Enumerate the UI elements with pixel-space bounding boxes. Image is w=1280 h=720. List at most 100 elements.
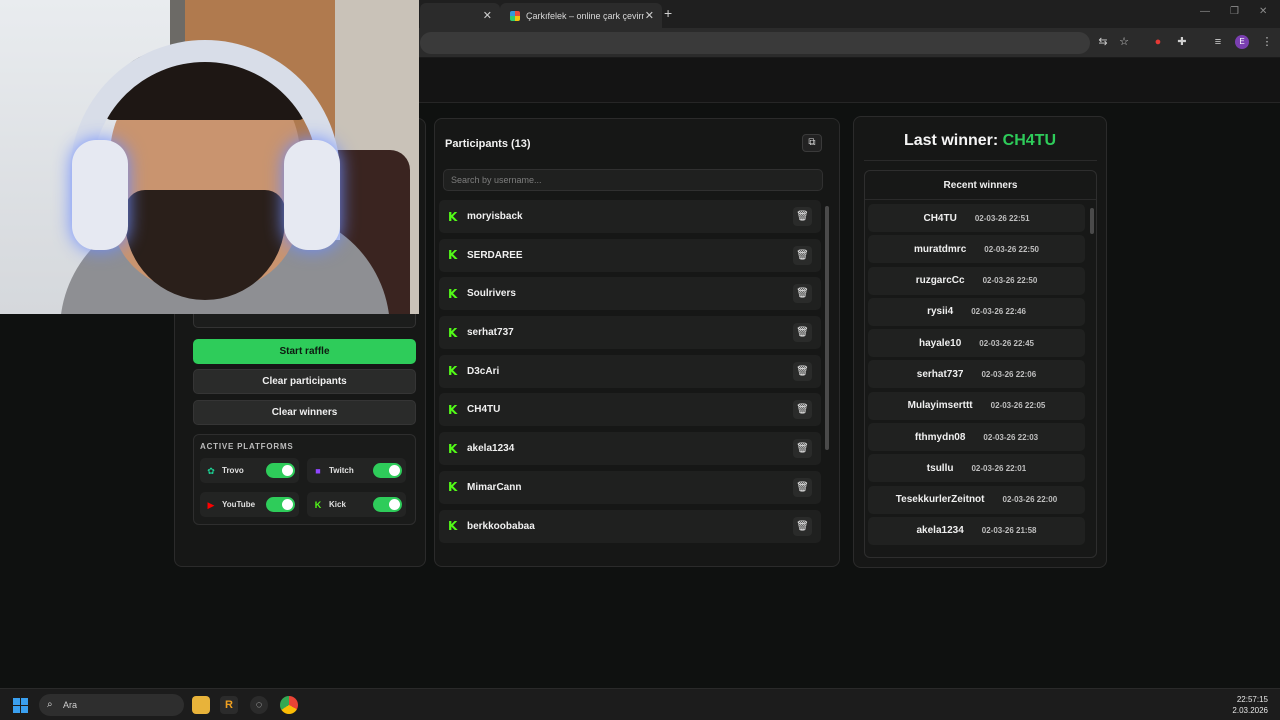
copy-icon[interactable]: ⧉ <box>802 134 822 152</box>
extensions-puzzle-icon[interactable]: ✚ <box>1175 35 1189 49</box>
browser-tab-inactive[interactable]: ✕ <box>420 3 500 28</box>
windows-start-icon[interactable] <box>13 698 28 713</box>
file-explorer-icon[interactable] <box>192 696 210 714</box>
clear-winners-button[interactable]: Clear winners <box>193 400 416 425</box>
winner-date: 02-03-26 22:00 <box>1002 495 1058 505</box>
platform-youtube: ▶ YouTube <box>200 492 299 517</box>
translate-icon[interactable]: ⇆ <box>1096 35 1110 49</box>
youtube-toggle[interactable] <box>266 497 295 512</box>
winner-date: 02-03-26 22:45 <box>979 338 1034 348</box>
winner-name: Mulayimserttt <box>907 400 973 412</box>
participant-search-input[interactable] <box>443 169 823 191</box>
taskbar-search[interactable]: ⌕ Ara <box>39 694 184 716</box>
participant-row: K SERDAREE 🗑 <box>439 238 821 272</box>
trash-icon[interactable]: 🗑 <box>793 361 812 381</box>
url-field[interactable] <box>420 32 1090 54</box>
bookmark-star-icon[interactable]: ☆ <box>1117 35 1131 49</box>
platform-kick: K Kick <box>307 492 406 517</box>
winner-date: 02-03-26 22:50 <box>984 244 1039 254</box>
trash-icon[interactable]: 🗑 <box>793 284 812 304</box>
new-tab-icon[interactable]: + <box>664 5 672 21</box>
winner-name: muratdmrc <box>914 243 967 255</box>
system-clock[interactable]: 22:57:15 2.03.2026 <box>1232 694 1268 716</box>
kick-icon: K <box>448 286 458 301</box>
twitch-icon: ■ <box>315 465 321 476</box>
winner-name: hayale10 <box>919 337 962 349</box>
winner-row: rysii4 02-03-26 22:46 <box>868 297 1085 326</box>
participant-name: SERDAREE <box>467 249 523 261</box>
minimize-icon[interactable]: — <box>1200 6 1210 17</box>
participant-row: K CH4TU 🗑 <box>439 393 821 427</box>
participant-name: akela1234 <box>467 443 515 455</box>
recent-winners-title: Recent winners <box>943 180 1018 191</box>
recent-winners-list: CH4TU 02-03-26 22:51 muratdmrc 02-03-26 22:… <box>868 204 1085 554</box>
winner-name: ruzgarcCc <box>915 275 965 287</box>
trash-icon[interactable]: 🗑 <box>793 439 812 459</box>
winner-name: TesekkurlerZeitnot <box>895 494 985 506</box>
winner-row: tsullu 02-03-26 22:01 <box>868 454 1085 483</box>
winner-name: akela1234 <box>916 525 964 537</box>
winner-row: Mulayimserttt 02-03-26 22:05 <box>868 391 1085 420</box>
last-winner-name: CH4TU <box>1002 132 1057 149</box>
platform-trovo: ✿ Trovo <box>200 458 299 483</box>
winner-row: TesekkurlerZeitnot 02-03-26 22:00 <box>868 485 1085 514</box>
kick-icon: K <box>314 499 322 510</box>
winner-date: 02-03-26 22:05 <box>990 401 1046 411</box>
maximize-icon[interactable]: ❐ <box>1230 6 1239 17</box>
participant-row: K Soulrivers 🗑 <box>439 277 821 311</box>
trash-icon[interactable]: 🗑 <box>793 323 812 343</box>
profile-avatar[interactable]: E <box>1235 35 1249 49</box>
clock-time: 22:57:15 <box>1236 695 1268 704</box>
reading-list-icon[interactable]: ≡ <box>1211 35 1225 49</box>
participant-list: Kmoryisback 🗑 K SERDAREE 🗑 K Soulrivers 🗑 Kserha… <box>439 200 821 556</box>
start-raffle-button[interactable]: Start raffle <box>193 339 416 364</box>
kick-icon: K <box>448 441 458 456</box>
trovo-icon: ✿ <box>207 465 215 476</box>
winner-row: serhat737 02-03-26 22:06 <box>868 360 1085 389</box>
webcam-headset-cup <box>72 140 128 250</box>
trash-icon[interactable]: 🗑 <box>793 245 812 265</box>
close-window-icon[interactable]: ✕ <box>1259 6 1267 17</box>
trash-icon[interactable]: 🗑 <box>793 477 812 497</box>
participant-row: Kmoryisback 🗑 <box>439 200 821 233</box>
browser-tab-active[interactable]: Çarkıfelek – online çark çevirme ✕ <box>500 3 662 28</box>
winner-date: 02-03-26 22:46 <box>971 307 1026 317</box>
kick-icon: K <box>448 402 458 417</box>
winner-date: 02-03-26 22:50 <box>982 276 1038 286</box>
taskbar: ⌕ Ara R ◌ 22:57:15 2.03.2026 <box>0 688 1280 720</box>
app-circle-icon[interactable]: ◌ <box>250 696 268 714</box>
menu-kebab-icon[interactable]: ⋮ <box>1260 35 1274 49</box>
kick-toggle[interactable] <box>373 497 402 512</box>
trovo-toggle[interactable] <box>266 463 295 478</box>
clear-participants-button[interactable]: Clear participants <box>193 369 416 394</box>
close-icon[interactable]: ✕ <box>483 9 492 22</box>
winner-date: 02-03-26 22:01 <box>971 463 1027 473</box>
winner-name: tsullu <box>926 462 954 474</box>
winner-row: muratdmrc 02-03-26 22:50 <box>868 235 1085 264</box>
active-platforms-title: ACTIVE PLATFORMS <box>200 442 294 451</box>
winner-row: akela1234 02-03-26 21:58 <box>868 516 1085 545</box>
trash-icon[interactable]: 🗑 <box>793 400 812 420</box>
platform-label: Trovo <box>222 466 244 475</box>
extension-red-icon[interactable]: ● <box>1151 35 1165 49</box>
wheel-favicon-icon <box>510 10 520 21</box>
trash-icon[interactable]: 🗑 <box>793 207 812 226</box>
close-icon[interactable]: ✕ <box>645 9 654 22</box>
participant-scrollbar[interactable] <box>825 200 829 556</box>
winner-date: 02-03-26 22:06 <box>981 369 1037 379</box>
twitch-toggle[interactable] <box>373 463 402 478</box>
participant-row: Kberkkoobabaa 🗑 <box>439 509 821 543</box>
app-r-icon[interactable]: R <box>220 696 238 714</box>
winner-name: CH4TU <box>923 212 957 224</box>
participant-row: K D3cAri 🗑 <box>439 354 821 388</box>
kick-icon: K <box>448 209 458 224</box>
winners-scrollbar[interactable] <box>1090 204 1094 556</box>
chrome-icon[interactable] <box>280 696 298 714</box>
participant-row: Kserhat737 🗑 <box>439 316 821 350</box>
trash-icon[interactable]: 🗑 <box>793 516 812 536</box>
platform-twitch: ■ Twitch <box>307 458 406 483</box>
winner-name: fthmydn08 <box>914 431 966 443</box>
youtube-icon: ▶ <box>207 499 215 510</box>
participant-name: D3cAri <box>467 365 500 377</box>
winner-date: 02-03-26 22:03 <box>983 432 1039 442</box>
